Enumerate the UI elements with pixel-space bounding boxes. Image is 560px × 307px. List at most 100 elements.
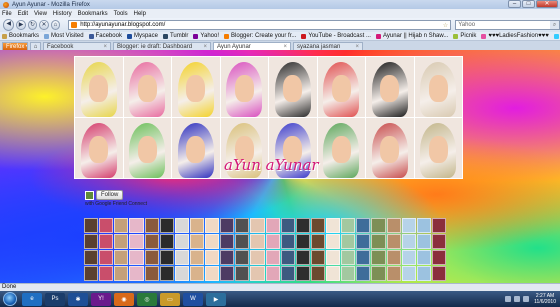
follower-avatar[interactable] xyxy=(265,218,280,233)
follower-avatar[interactable] xyxy=(205,266,220,281)
follower-avatar[interactable] xyxy=(326,234,341,249)
follower-avatar[interactable] xyxy=(310,266,325,281)
follower-avatar[interactable] xyxy=(326,250,341,265)
follower-avatar[interactable] xyxy=(144,250,159,265)
bookmark-item[interactable]: Bookmarks xyxy=(2,33,39,39)
follower-avatar[interactable] xyxy=(341,250,356,265)
follower-avatar[interactable] xyxy=(235,250,250,265)
taskbar-app-button[interactable]: e xyxy=(22,292,42,306)
follower-avatar[interactable] xyxy=(265,266,280,281)
bookmark-item[interactable]: Ayunar || Hijab n Shaw... xyxy=(375,33,448,39)
follower-avatar[interactable] xyxy=(371,234,386,249)
follower-avatar[interactable] xyxy=(205,250,220,265)
follower-avatar[interactable] xyxy=(416,266,431,281)
tab-close-icon[interactable]: × xyxy=(101,44,107,50)
address-bar[interactable]: http://ayunayunar.blogspot.com/ ☆ xyxy=(68,20,452,30)
follower-avatar[interactable] xyxy=(250,250,265,265)
close-button[interactable]: ✕ xyxy=(536,0,558,8)
follower-avatar[interactable] xyxy=(84,234,99,249)
follower-avatar[interactable] xyxy=(431,266,446,281)
bookmark-item[interactable]: Yahoo! xyxy=(193,33,219,39)
follower-avatar[interactable] xyxy=(386,250,401,265)
follower-avatar[interactable] xyxy=(356,234,371,249)
menu-file[interactable]: File xyxy=(2,11,12,17)
follower-avatar[interactable] xyxy=(159,218,174,233)
home-button[interactable]: ⌂ xyxy=(50,20,61,30)
reload-button[interactable]: ↻ xyxy=(27,20,38,30)
follower-avatar[interactable] xyxy=(280,250,295,265)
follower-avatar[interactable] xyxy=(386,266,401,281)
follower-avatar[interactable] xyxy=(189,250,204,265)
follower-avatar[interactable] xyxy=(431,250,446,265)
bookmark-item[interactable]: Tumblr xyxy=(162,33,188,39)
bookmark-item[interactable]: Twitter xyxy=(553,33,560,39)
follower-avatar[interactable] xyxy=(401,266,416,281)
follower-avatar[interactable] xyxy=(280,218,295,233)
follower-avatar[interactable] xyxy=(129,266,144,281)
follower-avatar[interactable] xyxy=(310,218,325,233)
menu-edit[interactable]: Edit xyxy=(18,11,28,17)
follower-avatar[interactable] xyxy=(129,250,144,265)
follower-avatar[interactable] xyxy=(189,234,204,249)
follower-avatar[interactable] xyxy=(99,218,114,233)
follower-avatar[interactable] xyxy=(114,218,129,233)
follower-avatar[interactable] xyxy=(295,266,310,281)
follower-avatar[interactable] xyxy=(386,218,401,233)
follower-avatar[interactable] xyxy=(144,234,159,249)
follower-avatar[interactable] xyxy=(189,266,204,281)
follower-avatar[interactable] xyxy=(416,218,431,233)
follower-avatar[interactable] xyxy=(356,250,371,265)
taskbar-app-button[interactable]: Ps xyxy=(45,292,65,306)
follower-avatar[interactable] xyxy=(235,266,250,281)
tab-close-icon[interactable]: × xyxy=(201,44,207,50)
taskbar-app-button[interactable]: Y! xyxy=(91,292,111,306)
follower-avatar[interactable] xyxy=(356,266,371,281)
start-button[interactable] xyxy=(3,292,17,306)
follower-avatar[interactable] xyxy=(431,218,446,233)
follower-avatar[interactable] xyxy=(295,250,310,265)
tab-close-icon[interactable]: × xyxy=(353,44,359,50)
bookmark-item[interactable]: Myspace xyxy=(126,33,158,39)
volume-icon[interactable] xyxy=(523,296,530,302)
follower-avatar[interactable] xyxy=(371,218,386,233)
browser-tab[interactable]: syazana jasman × xyxy=(293,42,363,50)
bookmark-item[interactable]: Picnik xyxy=(453,33,476,39)
follower-avatar[interactable] xyxy=(174,266,189,281)
network-icon[interactable] xyxy=(514,296,521,302)
search-box[interactable]: Yahoo ⌕ xyxy=(455,20,560,30)
bookmark-item[interactable]: Most Visited xyxy=(44,33,84,39)
follower-avatar[interactable] xyxy=(280,266,295,281)
taskbar-app-button[interactable]: ▶ xyxy=(206,292,226,306)
follower-avatar[interactable] xyxy=(310,250,325,265)
follower-avatar[interactable] xyxy=(250,266,265,281)
follower-avatar[interactable] xyxy=(250,234,265,249)
follower-avatar[interactable] xyxy=(205,218,220,233)
follower-avatar[interactable] xyxy=(265,250,280,265)
follower-avatar[interactable] xyxy=(235,218,250,233)
menu-view[interactable]: View xyxy=(34,11,47,17)
browser-tab[interactable]: Blogger: ie draft: Dashboard × xyxy=(113,42,211,50)
follower-avatar[interactable] xyxy=(84,218,99,233)
follower-avatar[interactable] xyxy=(265,234,280,249)
minimize-button[interactable]: – xyxy=(508,0,521,8)
follower-avatar[interactable] xyxy=(129,234,144,249)
tab-close-icon[interactable]: × xyxy=(281,44,287,50)
taskbar-app-button[interactable]: W xyxy=(183,292,203,306)
follower-avatar[interactable] xyxy=(159,250,174,265)
follower-avatar[interactable] xyxy=(220,234,235,249)
follower-avatar[interactable] xyxy=(220,218,235,233)
taskbar-app-button[interactable]: ▭ xyxy=(160,292,180,306)
follower-avatar[interactable] xyxy=(341,266,356,281)
follower-avatar[interactable] xyxy=(371,250,386,265)
follower-avatar[interactable] xyxy=(280,234,295,249)
follow-button[interactable]: Follow xyxy=(96,190,124,200)
follower-avatar[interactable] xyxy=(159,234,174,249)
bookmark-star-icon[interactable]: ☆ xyxy=(443,22,450,29)
taskbar-app-button[interactable]: ◉ xyxy=(114,292,134,306)
stop-button[interactable]: ✕ xyxy=(39,20,49,30)
browser-tab[interactable]: Facebook × xyxy=(43,42,111,50)
follower-avatar[interactable] xyxy=(99,234,114,249)
bookmark-item[interactable]: Facebook xyxy=(88,33,122,39)
taskbar-app-button[interactable]: ✱ xyxy=(68,292,88,306)
follower-avatar[interactable] xyxy=(174,250,189,265)
